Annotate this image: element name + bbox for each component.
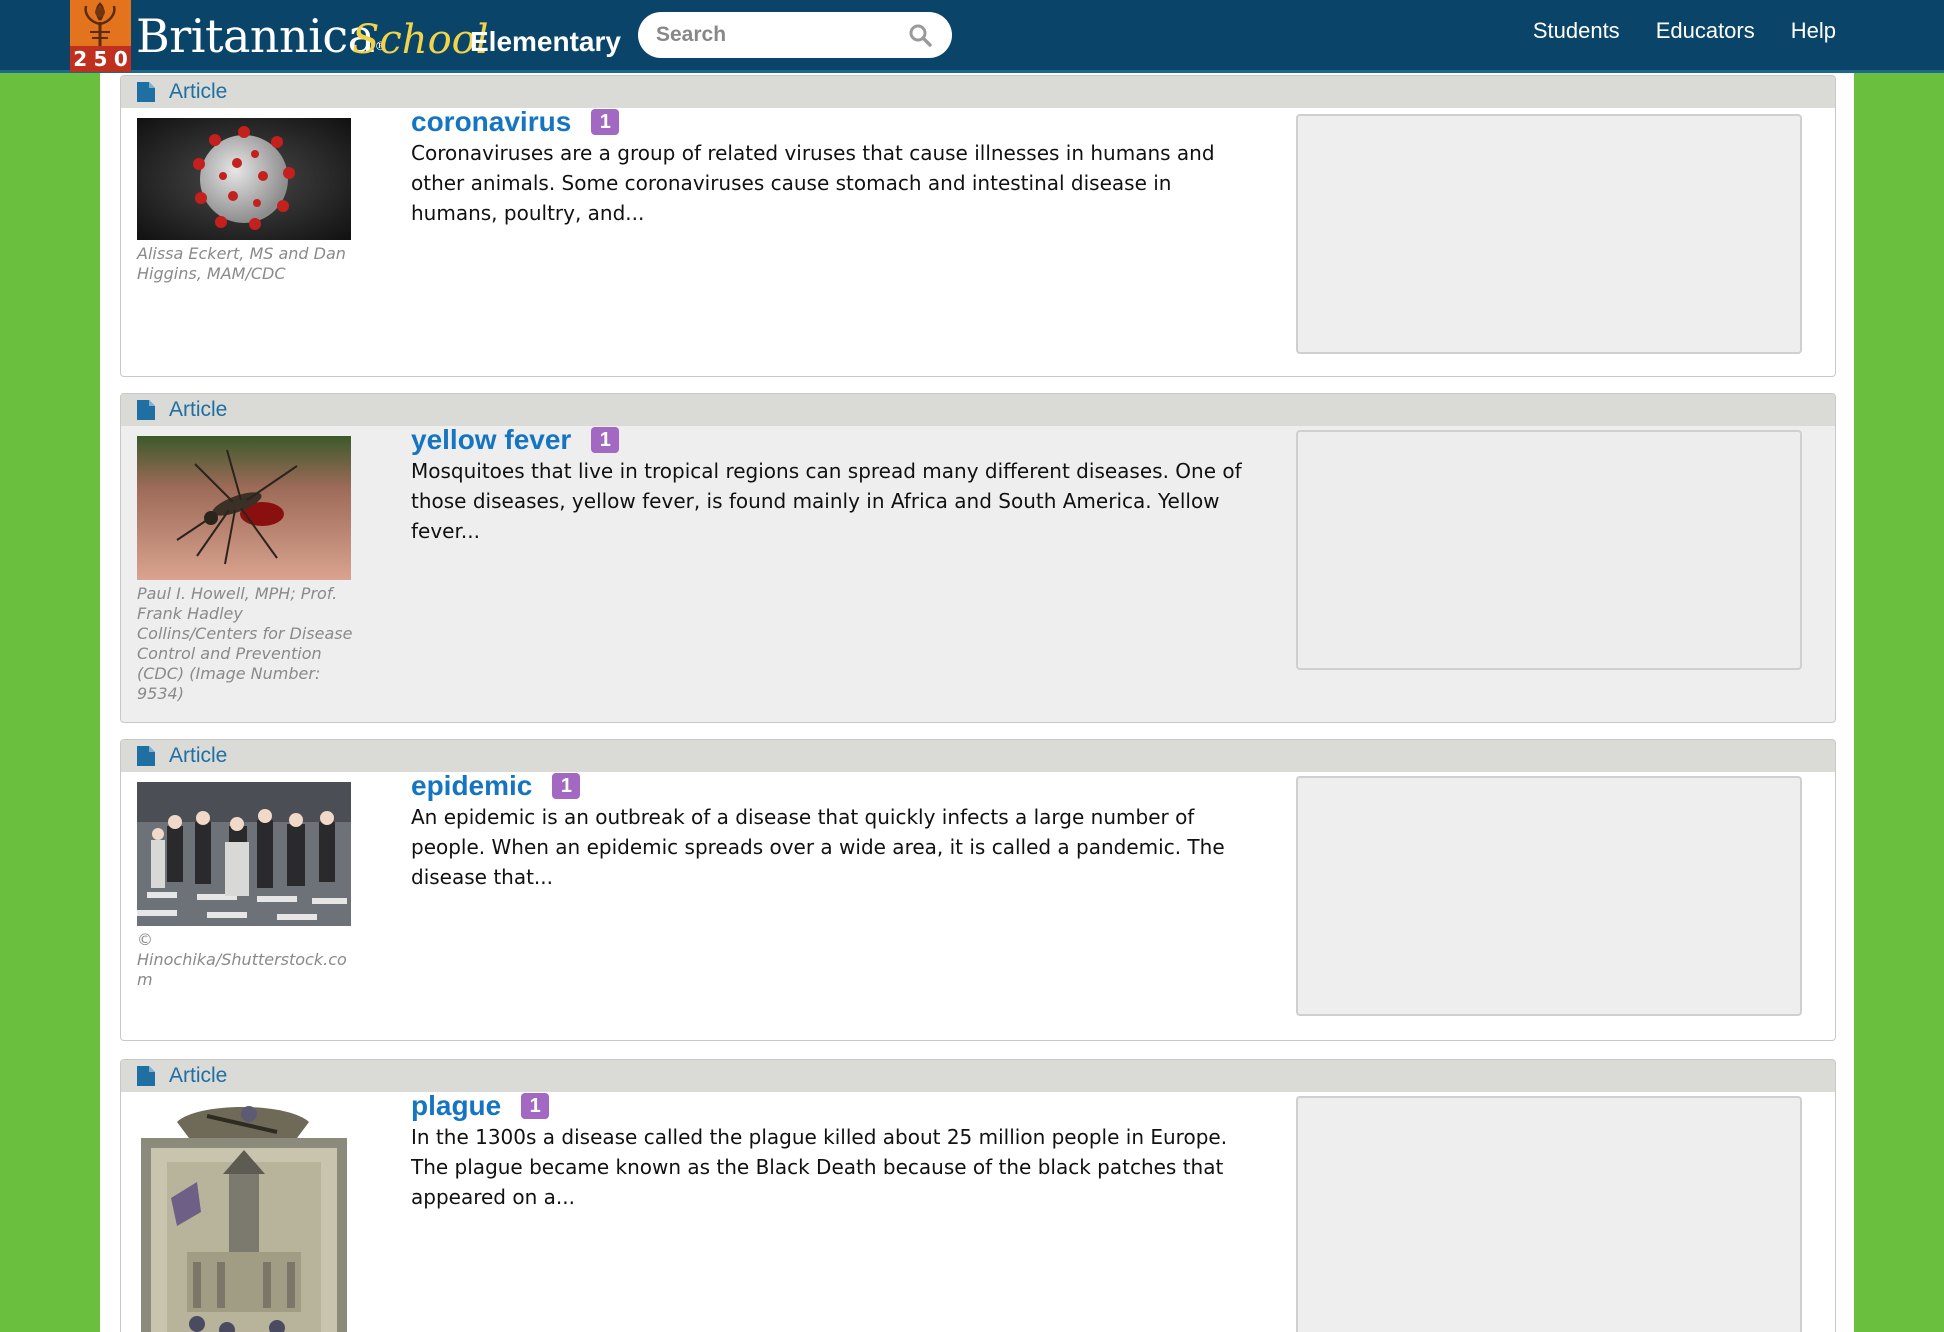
brand-text: Britannica <box>136 9 375 63</box>
document-icon <box>137 746 155 766</box>
result-snippet: An epidemic is an outbreak of a disease … <box>411 805 1225 889</box>
coronavirus-image <box>137 118 351 240</box>
notes-textarea[interactable] <box>1296 776 1802 1016</box>
level-label: Elementary <box>470 26 621 57</box>
image-credit: © Hinochika/Shutterstock.com <box>137 930 347 989</box>
result-title-row: yellow fever 1 <box>411 424 620 456</box>
document-icon <box>137 400 155 420</box>
result-thumbnail[interactable] <box>137 782 351 926</box>
result-type-bar: Article <box>121 1060 1835 1092</box>
image-credit: Alissa Eckert, MS and Dan Higgins, MAM/C… <box>137 244 346 283</box>
crowd-image <box>137 782 351 926</box>
logo-digit: 5 <box>93 47 108 71</box>
reading-level-badge: 1 <box>591 427 620 453</box>
nav-students[interactable]: Students <box>1533 18 1620 44</box>
result-type-bar: Article <box>121 740 1835 772</box>
result-title-link[interactable]: plague <box>411 1090 501 1122</box>
result-snippet: Mosquitoes that live in tropical regions… <box>411 459 1242 543</box>
result-card: Article plague 1 In the 1300s a disease … <box>120 1059 1836 1332</box>
result-thumbnail[interactable] <box>137 1102 351 1332</box>
site-header: 2 5 0 Britannica® School Elementary Stud… <box>0 0 1944 73</box>
result-title-link[interactable]: epidemic <box>411 770 532 802</box>
result-type-label: Article <box>169 398 228 421</box>
notes-textarea[interactable] <box>1296 430 1802 670</box>
result-snippet: In the 1300s a disease called the plague… <box>411 1125 1228 1209</box>
result-type-label: Article <box>169 744 228 767</box>
search-results: Article Alissa Eckert, MS and Dan Higgin… <box>100 73 1854 1332</box>
result-type-bar: Article <box>121 76 1835 108</box>
result-snippet: Coronaviruses are a group of related vir… <box>411 141 1215 225</box>
nav-educators[interactable]: Educators <box>1656 18 1755 44</box>
search-box <box>638 12 952 58</box>
nav-help[interactable]: Help <box>1791 18 1836 44</box>
result-title-row: epidemic 1 <box>411 770 581 802</box>
plague-engraving-image <box>137 1102 351 1332</box>
result-title-row: plague 1 <box>411 1090 550 1122</box>
result-thumbnail[interactable] <box>137 118 351 240</box>
reading-level-badge: 1 <box>552 773 581 799</box>
logo-250-digits: 2 5 0 <box>70 46 131 72</box>
result-type-label: Article <box>169 1064 228 1087</box>
thistle-emblem-icon <box>84 2 116 46</box>
top-nav: Students Educators Help <box>1533 18 1836 44</box>
brand-name[interactable]: Britannica® <box>136 6 387 66</box>
reading-level-badge: 1 <box>591 109 620 135</box>
notes-textarea[interactable] <box>1296 114 1802 354</box>
image-credit: Paul I. Howell, MPH; Prof. Frank Hadley … <box>137 584 353 703</box>
brand-school: School <box>352 17 489 63</box>
result-title-row: coronavirus 1 <box>411 106 620 138</box>
logo-digit: 2 <box>73 47 88 71</box>
result-thumbnail[interactable] <box>137 436 351 580</box>
reading-level-badge: 1 <box>521 1093 550 1119</box>
result-card: Article Alissa Eckert, MS and Dan Higgin… <box>120 75 1836 377</box>
result-title-link[interactable]: yellow fever <box>411 424 571 456</box>
search-icon[interactable] <box>908 23 932 47</box>
document-icon <box>137 82 155 102</box>
result-type-bar: Article <box>121 394 1835 426</box>
result-title-link[interactable]: coronavirus <box>411 106 571 138</box>
document-icon <box>137 1066 155 1086</box>
britannica-250-logo[interactable]: 2 5 0 <box>70 0 131 72</box>
mosquito-image <box>137 436 351 580</box>
result-type-label: Article <box>169 80 228 103</box>
result-card: Article © Hinochika/Shutterstock.com epi… <box>120 739 1836 1041</box>
logo-digit: 0 <box>113 47 128 71</box>
search-input[interactable] <box>656 20 896 50</box>
result-card: Article Paul I. Howell, MPH; Prof. Frank… <box>120 393 1836 723</box>
notes-textarea[interactable] <box>1296 1096 1802 1332</box>
